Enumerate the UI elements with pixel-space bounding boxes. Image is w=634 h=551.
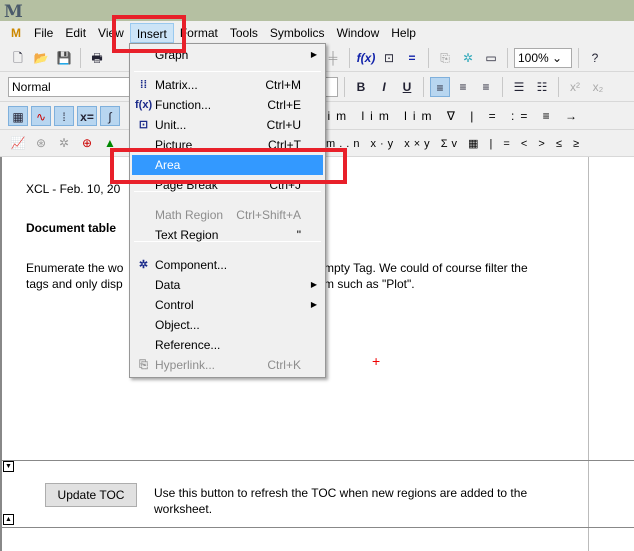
- zoom-value: 100%: [518, 50, 549, 65]
- menu-item-label: Data: [155, 278, 181, 292]
- area-expand-icon[interactable]: ▲: [3, 514, 14, 525]
- menu-item-text-region[interactable]: Text Region ": [132, 225, 323, 245]
- numbered-list-icon[interactable]: ☷: [532, 77, 552, 97]
- menu-item-label: Reference...: [155, 338, 221, 352]
- new-icon[interactable]: 🗋: [8, 48, 28, 68]
- bold-icon[interactable]: B: [351, 77, 371, 97]
- menu-tools[interactable]: Tools: [224, 23, 264, 43]
- menu-item-label: Function...: [155, 98, 212, 112]
- menu-file[interactable]: File: [28, 23, 59, 43]
- window-icon[interactable]: ▭: [481, 48, 501, 68]
- menu-symbolics[interactable]: Symbolics: [264, 23, 331, 43]
- calculus-icon[interactable]: ∫: [100, 105, 120, 126]
- save-icon[interactable]: 💾: [54, 48, 74, 68]
- menu-item-shortcut: Ctrl+Shift+A: [236, 208, 301, 222]
- menu-bar: M File Edit View Insert Format Tools Sym…: [0, 21, 634, 44]
- menu-item-component[interactable]: ✲ Component...: [132, 255, 323, 275]
- update-toc-button[interactable]: Update TOC: [45, 483, 137, 507]
- calculator-icon[interactable]: ▦: [8, 105, 28, 126]
- menu-item-reference[interactable]: Reference...: [132, 335, 323, 355]
- menu-item-control[interactable]: Control ▶: [132, 295, 323, 315]
- title-bar: M: [0, 0, 634, 22]
- menu-item-shortcut: Ctrl+M: [265, 78, 301, 92]
- open-icon[interactable]: 📂: [31, 48, 51, 68]
- paragraph-line-1: Enumerate the wo: [26, 261, 124, 275]
- area-bottom-line: [2, 527, 634, 528]
- bullet-list-icon[interactable]: ☰: [509, 77, 529, 97]
- menu-item-object[interactable]: Object...: [132, 315, 323, 335]
- paragraph-line-2: tags and only disp: [26, 277, 123, 291]
- submenu-arrow-icon: ▶: [310, 300, 317, 309]
- update-toc-description: Use this button to refresh the TOC when …: [154, 486, 528, 516]
- function-icon[interactable]: f(x): [356, 48, 376, 68]
- unit-icon[interactable]: ⊡: [379, 48, 399, 68]
- menu-item-shortcut: ": [296, 228, 301, 242]
- menu-item-label: Text Region: [155, 228, 219, 242]
- graph-toolbar-icon[interactable]: ∿: [31, 105, 51, 126]
- document-icon: M: [11, 25, 21, 40]
- menu-item-math-region[interactable]: Math Region Ctrl+Shift+A: [132, 205, 323, 225]
- evaluation-icon[interactable]: x=: [77, 105, 97, 126]
- menu-item-shortcut: Ctrl+K: [267, 358, 301, 372]
- matrix-icon: ⁞⁞: [139, 79, 148, 91]
- menu-item-label: Object...: [155, 318, 200, 332]
- equals-icon[interactable]: =: [402, 48, 422, 68]
- insert-menu: Graph ▶ ⁞⁞ Matrix... Ctrl+M f(x) Function... Ct…: [129, 43, 326, 378]
- hyperlink-icon: ⎘: [139, 359, 148, 371]
- component-icon[interactable]: ✲: [458, 48, 478, 68]
- menu-item-label: Hyperlink...: [155, 358, 216, 372]
- crosshair-cursor-icon: +: [372, 353, 381, 369]
- app-logo: M: [4, 2, 23, 22]
- component-icon: ✲: [138, 259, 149, 271]
- underline-icon[interactable]: U: [397, 77, 417, 97]
- help-icon[interactable]: ?: [585, 48, 605, 68]
- zoom-select[interactable]: 100% ⌄: [514, 47, 572, 68]
- menu-window[interactable]: Window: [331, 23, 386, 43]
- menu-item-matrix[interactable]: ⁞⁞ Matrix... Ctrl+M: [132, 75, 323, 95]
- page-margin: [588, 157, 589, 551]
- menu-edit[interactable]: Edit: [59, 23, 92, 43]
- menu-item-label: Unit...: [155, 118, 187, 132]
- menu-item-label: Control: [155, 298, 194, 312]
- print-icon[interactable]: 🖶: [87, 48, 107, 68]
- submenu-arrow-icon: ▶: [310, 50, 317, 59]
- paragraph-line-2-right: m such as "Plot".: [324, 277, 415, 291]
- align-left-icon[interactable]: ≡: [430, 76, 450, 97]
- align-center-icon[interactable]: ≡: [453, 77, 473, 97]
- polar-plot-icon[interactable]: ⊛: [31, 133, 51, 153]
- superscript-icon[interactable]: x²: [565, 77, 585, 97]
- menu-item-label: Component...: [155, 258, 228, 272]
- menu-item-label: Math Region: [155, 208, 224, 222]
- menu-item-label: Matrix...: [155, 78, 198, 92]
- paragraph-line-1-right: mpty Tag. We could of course filter the: [324, 261, 528, 275]
- polar-icon[interactable]: ⊕: [77, 133, 97, 153]
- italic-icon[interactable]: I: [374, 77, 394, 97]
- align-right-icon[interactable]: ≡: [476, 77, 496, 97]
- hyperlink-icon[interactable]: ⎘: [435, 48, 455, 68]
- area-top-line: [2, 460, 634, 461]
- menu-item-function[interactable]: f(x) Function... Ctrl+E: [132, 95, 323, 115]
- menu-item-shortcut: Ctrl+E: [267, 98, 301, 112]
- menu-item-data[interactable]: Data ▶: [132, 275, 323, 295]
- doc-heading: Document table: [26, 221, 117, 235]
- annotation-box-area: [110, 148, 347, 184]
- unit-icon: ⊡: [138, 119, 149, 131]
- submenu-arrow-icon: ▶: [310, 280, 317, 289]
- xy-plot-icon[interactable]: 📈: [8, 133, 28, 153]
- menu-help[interactable]: Help: [385, 23, 422, 43]
- subscript-icon[interactable]: x₂: [588, 77, 608, 97]
- annotation-box-insert: [112, 15, 186, 53]
- surface-plot-icon[interactable]: ✲: [54, 133, 74, 153]
- function-icon: f(x): [135, 99, 153, 111]
- menu-item-hyperlink[interactable]: ⎘ Hyperlink... Ctrl+K: [132, 355, 323, 375]
- align-icon[interactable]: ╪: [323, 48, 343, 68]
- menu-item-shortcut: Ctrl+U: [266, 118, 301, 132]
- menu-item-unit[interactable]: ⊡ Unit... Ctrl+U: [132, 115, 323, 135]
- matrix-toolbar-icon[interactable]: ⁞: [54, 105, 74, 126]
- style-value: Normal: [12, 79, 51, 94]
- area-collapse-icon[interactable]: ▼: [3, 461, 14, 472]
- menu-separator: [134, 71, 321, 72]
- date-text: XCL - Feb. 10, 20: [26, 182, 121, 196]
